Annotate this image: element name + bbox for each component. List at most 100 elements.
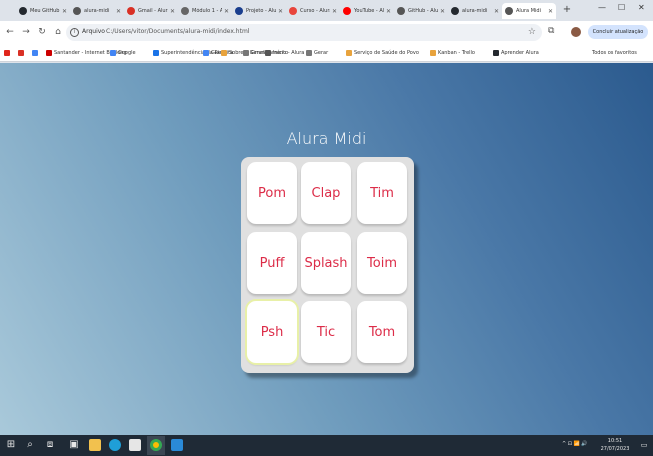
bookmark-label: Gmail	[251, 50, 266, 56]
tab-favicon-icon	[73, 7, 81, 15]
tab-close-icon[interactable]: ✕	[224, 8, 229, 15]
bookmarks-bar: Santander - Internet Banking Google Superi…	[0, 44, 653, 62]
tab-close-icon[interactable]: ✕	[386, 8, 391, 15]
tab-favicon-icon	[181, 7, 189, 15]
bookmark-favicon-icon	[265, 50, 271, 56]
bookmark-item[interactable]: Gerar	[306, 48, 328, 58]
search-icon[interactable]: ⌕	[24, 439, 36, 451]
update-button[interactable]: Concluir atualização	[588, 25, 648, 39]
bookmark-item[interactable]	[32, 48, 40, 58]
task-view-icon[interactable]: ⧈	[44, 439, 56, 451]
tab-favicon-icon	[19, 7, 27, 15]
home-icon[interactable]: ⌂	[52, 26, 64, 38]
browser-tab[interactable]: GitHub - Alura✕	[394, 3, 448, 19]
page-content: Alura Midi Pom Clap Tim Puff Splash Toim Psh Ti…	[0, 63, 653, 435]
address-bar[interactable]: i Arquivo C:/Users/vitor/Documents/alura…	[66, 24, 542, 41]
browser-tab[interactable]: Projeto - Alura✕	[232, 3, 286, 19]
bookmark-favicon-icon	[203, 50, 209, 56]
bookmark-favicon-icon	[221, 50, 227, 56]
tab-title: Gmail - Alura	[138, 8, 168, 14]
info-icon[interactable]: i	[70, 28, 79, 37]
bookmark-item[interactable]: Gmail	[243, 48, 266, 58]
key-splash-button[interactable]: Splash	[301, 232, 351, 294]
tab-title: Alura Midi	[516, 8, 541, 14]
key-clap-button[interactable]: Clap	[301, 162, 351, 224]
bookmark-star-icon[interactable]: ☆	[528, 27, 536, 37]
browser-tab[interactable]: alura-midi ✕	[70, 3, 124, 19]
key-tim-button[interactable]: Tim	[357, 162, 407, 224]
browser-tab[interactable]: YouTube - Alura✕	[340, 3, 394, 19]
widgets-icon[interactable]: ▣	[68, 439, 80, 451]
tab-close-icon[interactable]: ✕	[62, 8, 67, 15]
key-tom-button[interactable]: Tom	[357, 301, 407, 363]
bookmark-item[interactable]: Aprender Alura	[493, 48, 539, 58]
close-window-icon[interactable]: ✕	[638, 3, 645, 12]
windows-start-icon[interactable]: ⊞	[5, 439, 17, 451]
bookmark-item[interactable]	[4, 48, 12, 58]
extensions-icon[interactable]: ⧉	[548, 26, 554, 36]
bookmark-label: Google	[118, 50, 136, 56]
back-icon[interactable]: ←	[4, 26, 16, 38]
page-title: Alura Midi	[286, 129, 367, 148]
tab-title: Curso - Alura	[300, 8, 330, 14]
address-label: Arquivo	[82, 28, 105, 35]
forward-icon[interactable]: →	[20, 26, 32, 38]
bookmark-favicon-icon	[32, 50, 38, 56]
tab-title: Projeto - Alura	[246, 8, 276, 14]
reload-icon[interactable]: ↻	[36, 26, 48, 38]
bookmark-favicon-icon	[493, 50, 499, 56]
key-pom-button[interactable]: Pom	[247, 162, 297, 224]
store-icon[interactable]	[129, 439, 141, 451]
key-toim-button[interactable]: Toim	[357, 232, 407, 294]
key-puff-button[interactable]: Puff	[247, 232, 297, 294]
tab-favicon-icon	[289, 7, 297, 15]
key-tic-button[interactable]: Tic	[301, 301, 351, 363]
taskbar: ⊞ ⌕ ⧈ ▣ ^ ⊡ 📶 🔊 10:51 27/07/2023 ▭	[0, 435, 653, 456]
clock-date: 27/07/2023	[600, 446, 630, 452]
tab-title: Meu GitHub	[30, 8, 60, 14]
tab-close-icon[interactable]: ✕	[494, 8, 499, 15]
bookmark-item[interactable]: Kanban - Trello	[430, 48, 475, 58]
notifications-icon[interactable]: ▭	[638, 439, 650, 451]
key-psh-button[interactable]: Psh	[247, 301, 297, 363]
taskbar-clock[interactable]: 10:51 27/07/2023	[598, 437, 632, 453]
profile-avatar[interactable]	[571, 27, 581, 37]
chrome-icon[interactable]	[150, 439, 162, 451]
bookmark-favicon-icon	[46, 50, 52, 56]
browser-tab[interactable]: Gmail - Alura ✕	[124, 3, 178, 19]
bookmark-favicon-icon	[306, 50, 312, 56]
browser-tab[interactable]: Curso - Alura ✕	[286, 3, 340, 19]
maximize-icon[interactable]: ☐	[618, 3, 625, 12]
bookmark-item[interactable]: Google	[110, 48, 136, 58]
browser-tab[interactable]: Alura Midi ✕	[502, 3, 557, 19]
tab-close-icon[interactable]: ✕	[548, 8, 553, 15]
browser-tab[interactable]: alura-midi ✕	[448, 3, 502, 19]
all-bookmarks-folder[interactable]: Todos os favoritos	[592, 48, 637, 58]
tab-close-icon[interactable]: ✕	[278, 8, 283, 15]
tab-close-icon[interactable]: ✕	[116, 8, 121, 15]
bookmark-item[interactable]	[18, 48, 26, 58]
edge-icon[interactable]	[109, 439, 121, 451]
tab-close-icon[interactable]: ✕	[332, 8, 337, 15]
tab-title: alura-midi	[462, 8, 488, 14]
bookmark-item[interactable]: Início - Alura	[265, 48, 304, 58]
tab-close-icon[interactable]: ✕	[440, 8, 445, 15]
minimize-icon[interactable]: —	[598, 3, 606, 12]
tab-favicon-icon	[127, 7, 135, 15]
bookmark-item[interactable]: Serviço de Saúde do Povo	[346, 48, 419, 58]
bookmark-favicon-icon	[430, 50, 436, 56]
tab-strip: Meu GitHub ✕ alura-midi ✕ Gmail - Alura ✕ Módu…	[0, 0, 653, 21]
vscode-icon[interactable]	[171, 439, 183, 451]
new-tab-button[interactable]: +	[561, 4, 573, 16]
system-tray[interactable]: ^ ⊡ 📶 🔊	[562, 441, 588, 447]
tab-close-icon[interactable]: ✕	[170, 8, 175, 15]
tab-favicon-icon	[235, 7, 243, 15]
file-explorer-icon[interactable]	[89, 439, 101, 451]
tab-favicon-icon	[451, 7, 459, 15]
browser-tab[interactable]: Meu GitHub ✕	[16, 3, 70, 19]
bookmark-label: Serviço de Saúde do Povo	[354, 50, 419, 56]
browser-tab[interactable]: Módulo 1 - Alura✕	[178, 3, 232, 19]
address-url[interactable]: C:/Users/vitor/Documents/alura-midi/inde…	[106, 28, 249, 35]
bookmark-favicon-icon	[4, 50, 10, 56]
tab-title: alura-midi	[84, 8, 110, 14]
